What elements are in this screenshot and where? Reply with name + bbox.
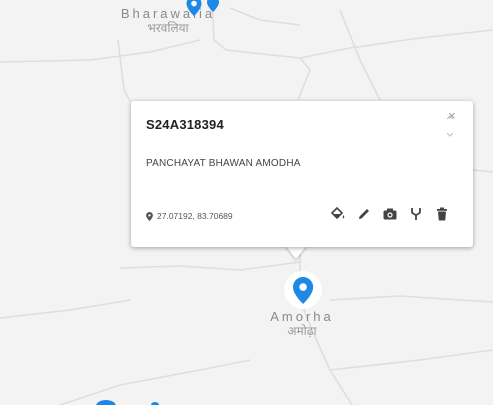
place-name-hindi: भरवलिया bbox=[147, 21, 189, 35]
place-name-hindi: अमोढ़ा bbox=[287, 324, 317, 338]
camera-icon[interactable] bbox=[382, 206, 398, 222]
map-canvas[interactable]: Bharawalia भरवलिया Amorha अमोढ़ा S24A318… bbox=[0, 0, 493, 405]
coordinates-text: 27.07192, 83.70689 bbox=[157, 211, 233, 221]
pencil-icon[interactable] bbox=[356, 206, 372, 222]
place-label-amorha: Amorha अमोढ़ा bbox=[242, 309, 362, 338]
popup-pointer bbox=[285, 245, 307, 259]
selected-marker-icon[interactable] bbox=[283, 270, 323, 310]
paint-bucket-icon[interactable] bbox=[330, 206, 346, 222]
scroll-arrows-icon[interactable] bbox=[444, 113, 456, 139]
trash-icon[interactable] bbox=[434, 206, 450, 222]
map-marker-icon[interactable] bbox=[150, 399, 160, 405]
popup-actions bbox=[330, 206, 450, 222]
popup-title: S24A318394 bbox=[146, 117, 224, 132]
place-name-english: Amorha bbox=[270, 309, 334, 324]
popup-address: PANCHAYAT BHAWAN AMODHA bbox=[146, 158, 301, 169]
location-pin-icon bbox=[146, 211, 153, 221]
location-popup: S24A318394 × PANCHAYAT BHAWAN AMODHA 27.… bbox=[131, 101, 473, 247]
coordinates: 27.07192, 83.70689 bbox=[146, 211, 233, 221]
map-marker-icon[interactable] bbox=[95, 398, 117, 405]
map-marker-icon[interactable] bbox=[186, 0, 202, 16]
fork-icon[interactable] bbox=[408, 206, 424, 222]
map-marker-icon[interactable] bbox=[206, 0, 220, 12]
